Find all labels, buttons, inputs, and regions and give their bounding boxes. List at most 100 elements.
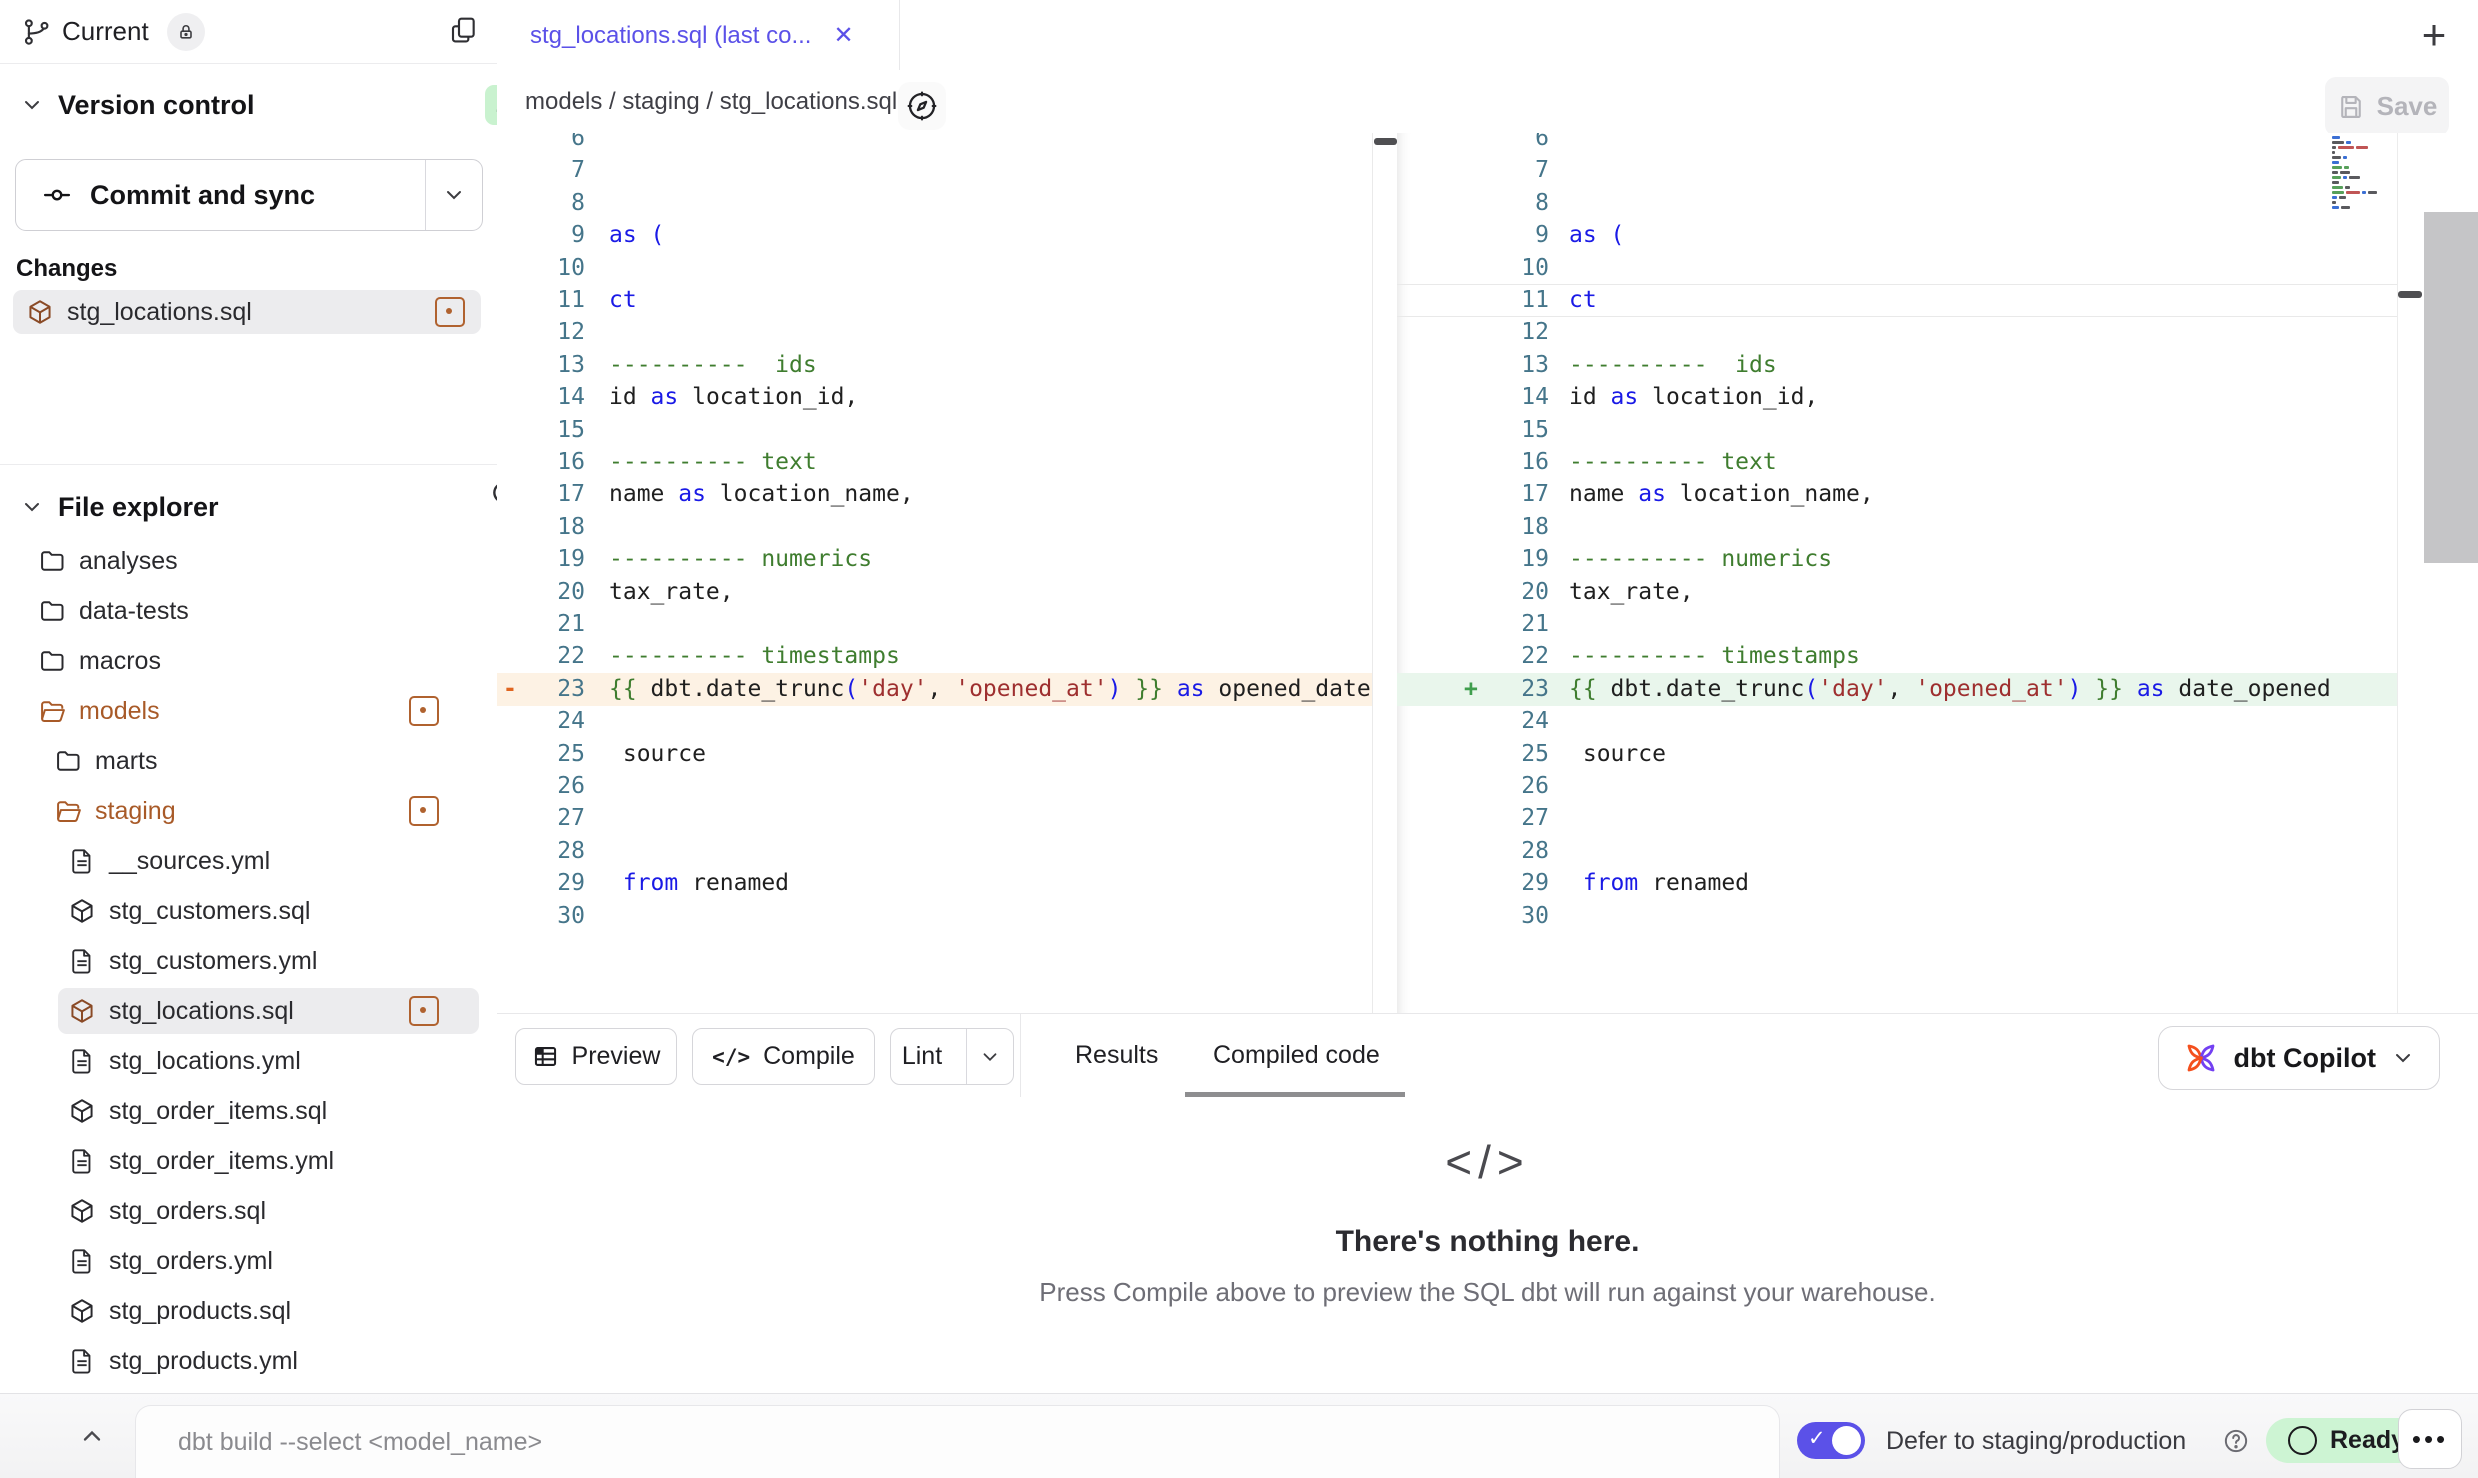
tab-stg-locations[interactable]: stg_locations.sql (last co... ✕ — [497, 0, 900, 71]
lint-button[interactable]: Lint — [890, 1028, 1014, 1085]
file-tree-item-stg-customers-yml[interactable]: stg_customers.yml — [0, 936, 497, 986]
line-number: 10 — [525, 252, 585, 285]
line-number: 28 — [525, 835, 585, 868]
file-tree-item-stg-customers-sql[interactable]: stg_customers.sql — [0, 886, 497, 936]
diff-pane-original[interactable]: 6789as (1011ct1213---------- ids14id as … — [497, 133, 1372, 1013]
file-tree-item-stg-products-yml[interactable]: stg_products.yml — [0, 1336, 497, 1386]
file-tree-item-staging[interactable]: staging — [0, 786, 497, 836]
folder-icon — [38, 597, 66, 625]
folder-icon — [54, 747, 82, 775]
model-cube-icon — [68, 997, 96, 1025]
code-text: ---------- text — [1569, 446, 1777, 479]
line-number: 19 — [1489, 543, 1549, 576]
file-tree-item-stg-products-sql[interactable]: stg_products.sql — [0, 1286, 497, 1336]
file-name: stg_orders.yml — [109, 1247, 273, 1276]
line-number: 29 — [525, 867, 585, 900]
breadcrumb-row: models / staging / stg_locations.sql Sav… — [497, 70, 2478, 133]
code-text: ---------- text — [609, 446, 817, 479]
chevron-up-icon[interactable] — [78, 1422, 106, 1450]
code-line-8: 8 — [1397, 187, 2397, 220]
file-tree-item-macros[interactable]: macros — [0, 636, 497, 686]
results-toolbar: Preview </> Compile Lint Results Compile… — [497, 1013, 2478, 1099]
file-name: stg_orders.sql — [109, 1197, 266, 1226]
folder-open-icon — [38, 697, 66, 725]
close-tab-icon[interactable]: ✕ — [833, 21, 853, 50]
file-tree-item-stg-order-items-sql[interactable]: stg_order_items.sql — [0, 1086, 497, 1136]
command-input[interactable]: dbt build --select <model_name> — [135, 1405, 1780, 1478]
help-icon[interactable] — [2222, 1427, 2250, 1455]
model-cube-icon — [68, 897, 96, 925]
new-tab-icon[interactable]: + — [2422, 14, 2447, 56]
git-branch-icon — [22, 17, 52, 47]
file-tree-item-models[interactable]: models — [0, 686, 497, 736]
lint-options-caret[interactable] — [966, 1029, 1013, 1084]
lineage-compass-button[interactable] — [898, 82, 946, 130]
page-scrollbar[interactable] — [2424, 212, 2478, 563]
pane-divider[interactable] — [1372, 133, 1398, 1013]
code-line-12: 12 — [497, 316, 1372, 349]
diff-pane-modified[interactable]: 6789as (1011ct1213---------- ids14id as … — [1397, 133, 2397, 1013]
line-number: 26 — [525, 770, 585, 803]
code-line-12: 12 — [1397, 316, 2397, 349]
file-tree-item-stg-order-items-yml[interactable]: stg_order_items.yml — [0, 1136, 497, 1186]
preview-button[interactable]: Preview — [515, 1028, 677, 1085]
code-line-9: 9as ( — [1397, 219, 2397, 252]
modified-badge — [409, 696, 439, 726]
left-scrollbar-thumb[interactable] — [1374, 138, 1397, 145]
line-number: 25 — [1489, 738, 1549, 771]
file-explorer-header[interactable]: File explorer — [0, 478, 537, 536]
code-text: as ( — [609, 219, 664, 252]
save-button[interactable]: Save — [2325, 77, 2449, 136]
file-tree-item-stg-orders-sql[interactable]: stg_orders.sql — [0, 1186, 497, 1236]
code-text: ---------- timestamps — [1569, 640, 1860, 673]
diff-editor[interactable]: 6789as (1011ct1213---------- ids14id as … — [497, 133, 2478, 1013]
file-tree-item-analyses[interactable]: analyses — [0, 536, 497, 586]
file-tree-item-stg-locations-sql[interactable]: stg_locations.sql — [0, 986, 497, 1036]
right-scrollbar-thumb[interactable] — [2398, 291, 2422, 298]
tab-compiled-code[interactable]: Compiled code — [1213, 1014, 1380, 1097]
commit-and-sync-main[interactable]: Commit and sync — [16, 160, 425, 230]
code-text: source — [609, 738, 706, 771]
line-number: 6 — [525, 133, 585, 155]
line-number: 14 — [525, 381, 585, 414]
minimap[interactable] — [2332, 136, 2396, 226]
code-line-14: 14id as location_id, — [497, 381, 1372, 414]
file-name: __sources.yml — [109, 847, 270, 876]
file-tree-item-stg-orders-yml[interactable]: stg_orders.yml — [0, 1236, 497, 1286]
file-tree: analyses data-tests macrosmodelsmartsstagi… — [0, 536, 497, 1393]
commit-and-sync-button[interactable]: Commit and sync — [15, 159, 483, 231]
dbt-copilot-button[interactable]: dbt Copilot — [2158, 1026, 2440, 1090]
code-line-23: +23{{ dbt.date_trunc('day', 'opened_at')… — [1397, 673, 2397, 706]
modified-badge — [409, 796, 439, 826]
file-tree-item--sources-yml[interactable]: __sources.yml — [0, 836, 497, 886]
lint-label[interactable]: Lint — [891, 1042, 953, 1071]
line-number: 11 — [525, 284, 585, 317]
commit-options-caret[interactable] — [425, 160, 482, 230]
code-text: tax_rate, — [609, 576, 734, 609]
code-line-22: 22---------- timestamps — [497, 640, 1372, 673]
compile-button[interactable]: </> Compile — [692, 1028, 875, 1085]
toolbar-divider — [1020, 1014, 1021, 1097]
line-number: 9 — [1489, 219, 1549, 252]
line-number: 8 — [525, 187, 585, 220]
commit-and-sync-label: Commit and sync — [90, 180, 315, 211]
code-text: ---------- ids — [609, 349, 817, 382]
line-number: 26 — [1489, 770, 1549, 803]
right-pane-edge — [2397, 133, 2398, 1013]
breadcrumb: models / staging / stg_locations.sql — [525, 88, 897, 116]
file-name: data-tests — [79, 597, 189, 626]
defer-toggle[interactable]: ✓ — [1797, 1422, 1865, 1459]
line-number: 18 — [525, 511, 585, 544]
more-options-button[interactable]: ••• — [2398, 1409, 2462, 1469]
code-line-6: 6 — [497, 133, 1372, 155]
branch-selector[interactable]: Current — [22, 13, 205, 51]
duplicate-tab-icon[interactable] — [447, 14, 479, 46]
line-number: 24 — [1489, 705, 1549, 738]
code-line-25: 25 source — [1397, 738, 2397, 771]
file-tree-item-data-tests[interactable]: data-tests — [0, 586, 497, 636]
tab-results[interactable]: Results — [1075, 1014, 1158, 1097]
file-tree-item-marts[interactable]: marts — [0, 736, 497, 786]
changed-file-item[interactable]: stg_locations.sql — [13, 290, 481, 334]
version-control-header[interactable]: Version control 1 — [0, 76, 537, 134]
file-tree-item-stg-locations-yml[interactable]: stg_locations.yml — [0, 1036, 497, 1086]
